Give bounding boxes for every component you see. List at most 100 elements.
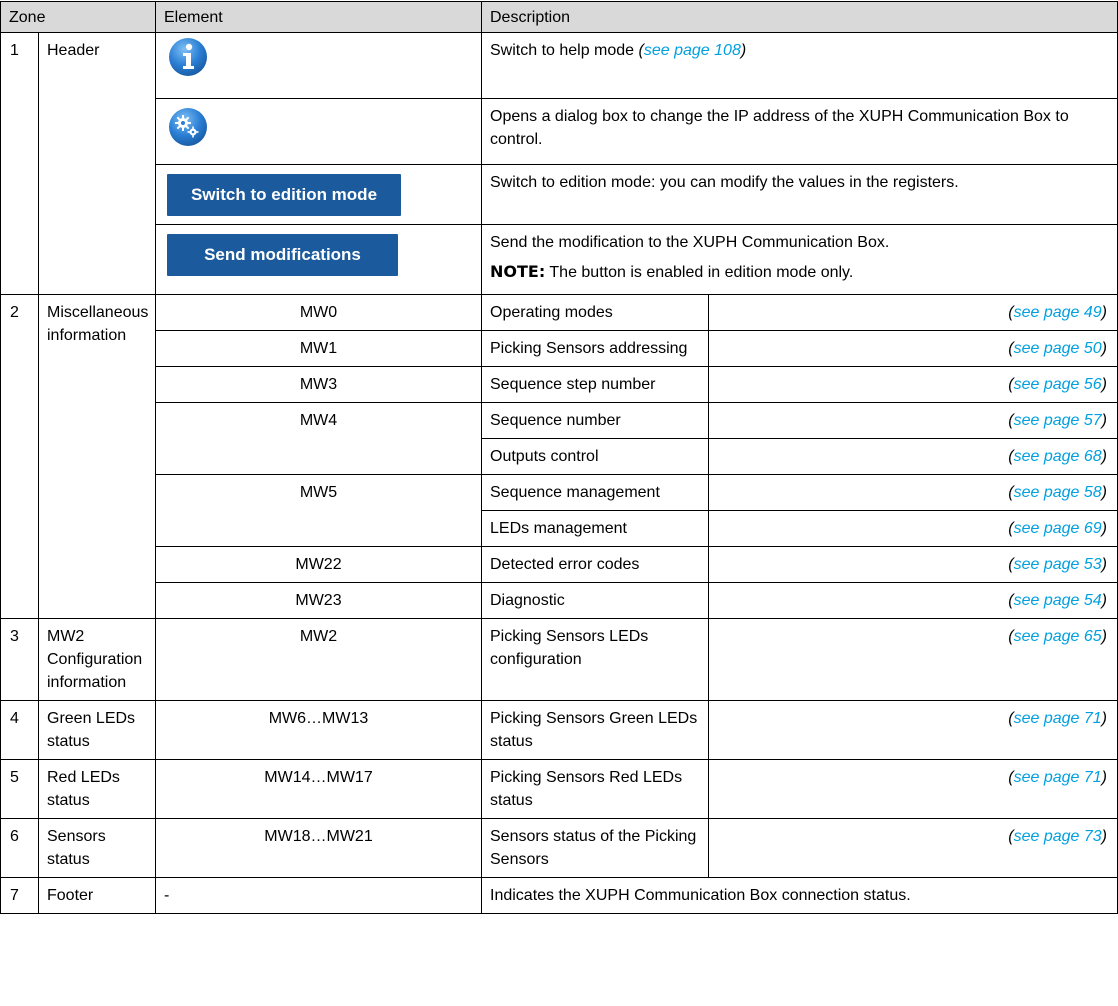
table-row: MW23 Diagnostic (see page 54) <box>1 582 1118 619</box>
page-link[interactable]: see page 68 <box>1014 448 1102 465</box>
table-row: Send modifications Send the modification… <box>1 224 1118 295</box>
table-row: 5 Red LEDs status MW14…MW17 Picking Sens… <box>0 759 1118 819</box>
zone-number: 2 <box>0 294 39 619</box>
element-cell: - <box>155 877 482 914</box>
help-description: Switch to help mode (see page 108) <box>481 32 1118 99</box>
reference-cell: (see page 56) <box>708 366 1118 403</box>
settings-description: Opens a dialog box to change the IP addr… <box>481 98 1118 165</box>
info-icon[interactable] <box>168 37 208 84</box>
send-modifications-button[interactable]: Send modifications <box>167 234 398 276</box>
reference-cell: (see page 71) <box>708 759 1118 819</box>
description-cell: Sequence management <box>481 474 709 511</box>
edition-description: Switch to edition mode: you can modify t… <box>481 164 1118 225</box>
edition-button-cell: Switch to edition mode <box>155 164 482 225</box>
table-row: MW4 Sequence number (see page 57) <box>1 402 1118 475</box>
zone-name: Footer <box>38 877 156 914</box>
element-cell: MW5 <box>155 474 482 547</box>
element-cell: MW4 <box>155 402 482 475</box>
zone-number: 7 <box>0 877 39 914</box>
reference-cell: (see page 68) <box>708 438 1118 475</box>
description-header: Description <box>481 1 1118 33</box>
zone-number: 4 <box>0 700 39 760</box>
description-cell: LEDs management <box>481 510 709 547</box>
note-label: NOTE: <box>490 262 546 281</box>
page-link[interactable]: see page 57 <box>1014 412 1102 429</box>
description-cell: Picking Sensors LEDs configuration <box>481 618 709 701</box>
page-link[interactable]: see page 71 <box>1014 769 1102 786</box>
description-cell: Diagnostic <box>481 582 709 619</box>
element-cell: MW2 <box>155 618 482 701</box>
page-link[interactable]: see page 65 <box>1014 628 1102 645</box>
gears-icon[interactable] <box>168 107 208 154</box>
reference-cell: (see page 69) <box>708 510 1118 547</box>
reference-cell: (see page 65) <box>708 618 1118 701</box>
table-row: MW22 Detected error codes (see page 53) <box>1 546 1118 583</box>
zone-name: Red LEDs status <box>38 759 156 819</box>
description-cell: Sequence step number <box>481 366 709 403</box>
page-link[interactable]: see page 73 <box>1014 828 1102 845</box>
settings-icon-cell <box>155 98 482 165</box>
description-cell: Indicates the XUPH Communication Box con… <box>481 877 1118 914</box>
page-link[interactable]: see page 50 <box>1014 340 1102 357</box>
table-row: 2 Miscellaneous information MW0 Operatin… <box>0 294 1118 619</box>
help-icon-cell <box>155 32 482 99</box>
table-row: 4 Green LEDs status MW6…MW13 Picking Sen… <box>0 700 1118 760</box>
description-cell: Picking Sensors Green LEDs status <box>481 700 709 760</box>
description-cell: Outputs control <box>481 438 709 475</box>
element-cell: MW22 <box>155 546 482 583</box>
table-row: Opens a dialog box to change the IP addr… <box>1 98 1118 165</box>
table-row: 7 Footer - Indicates the XUPH Communicat… <box>0 877 1118 914</box>
reference-cell: (see page 57) <box>708 402 1118 439</box>
zone-number: 5 <box>0 759 39 819</box>
description-cell: Detected error codes <box>481 546 709 583</box>
page-link[interactable]: see page 58 <box>1014 484 1102 501</box>
reference-cell: (see page 54) <box>708 582 1118 619</box>
table-row: Switch to edition mode Switch to edition… <box>1 164 1118 225</box>
zone-number: 3 <box>0 618 39 701</box>
reference-cell: (see page 49) <box>708 294 1118 331</box>
table-row: MW3 Sequence step number (see page 56) <box>1 366 1118 403</box>
description-cell: Sensors status of the Picking Sensors <box>481 818 709 878</box>
description-cell: Picking Sensors Red LEDs status <box>481 759 709 819</box>
table-row: 1 Header Switch to help mode (see page 1… <box>0 32 1118 295</box>
element-cell: MW3 <box>155 366 482 403</box>
register-table: Zone Element Description 1 Header Switch… <box>0 1 1118 914</box>
element-cell: MW6…MW13 <box>155 700 482 760</box>
send-button-cell: Send modifications <box>155 224 482 295</box>
description-cell: Operating modes <box>481 294 709 331</box>
zone-name: Miscellaneous information <box>38 294 156 619</box>
reference-cell: (see page 71) <box>708 700 1118 760</box>
table-header-row: Zone Element Description <box>0 1 1118 33</box>
zone-name: Green LEDs status <box>38 700 156 760</box>
page-link[interactable]: see page 69 <box>1014 520 1102 537</box>
table-row: 3 MW2 Configuration information MW2 Pick… <box>0 618 1118 701</box>
page-link[interactable]: see page 108 <box>644 42 741 59</box>
table-row: MW1 Picking Sensors addressing (see page… <box>1 330 1118 367</box>
switch-edition-mode-button[interactable]: Switch to edition mode <box>167 174 401 216</box>
table-row: 6 Sensors status MW18…MW21 Sensors statu… <box>0 818 1118 878</box>
element-cell: MW1 <box>155 330 482 367</box>
page-link[interactable]: see page 54 <box>1014 592 1102 609</box>
reference-cell: (see page 53) <box>708 546 1118 583</box>
zone-name: MW2 Configuration information <box>38 618 156 701</box>
reference-cell: (see page 58) <box>708 474 1118 511</box>
zone-number: 1 <box>0 32 39 295</box>
element-cell: MW14…MW17 <box>155 759 482 819</box>
zone-number: 6 <box>0 818 39 878</box>
element-cell: MW0 <box>155 294 482 331</box>
table-row: MW5 Sequence management (see page 58) <box>1 474 1118 547</box>
element-cell: MW18…MW21 <box>155 818 482 878</box>
page-link[interactable]: see page 53 <box>1014 556 1102 573</box>
description-cell: Picking Sensors addressing <box>481 330 709 367</box>
page-link[interactable]: see page 56 <box>1014 376 1102 393</box>
element-cell: MW23 <box>155 582 482 619</box>
page-link[interactable]: see page 49 <box>1014 304 1102 321</box>
zone-name: Sensors status <box>38 818 156 878</box>
page-link[interactable]: see page 71 <box>1014 710 1102 727</box>
element-header: Element <box>155 1 482 33</box>
zone-name: Header <box>38 32 156 295</box>
reference-cell: (see page 50) <box>708 330 1118 367</box>
send-description: Send the modification to the XUPH Commun… <box>481 224 1118 295</box>
zone-header: Zone <box>0 1 156 33</box>
description-cell: Sequence number <box>481 402 709 439</box>
